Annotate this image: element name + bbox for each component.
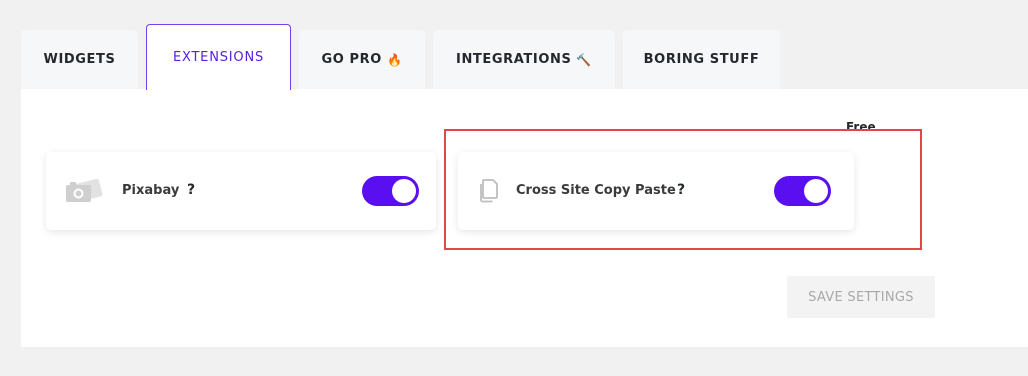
extension-card-pixabay: Pixabay ?: [46, 152, 436, 230]
extension-card-cross-site-copy-paste: Cross Site Copy Paste ?: [458, 152, 854, 230]
extension-name: Cross Site Copy Paste: [516, 183, 676, 198]
tab-label: GO PRO: [321, 52, 382, 67]
toggle-knob: [804, 179, 828, 203]
cross-site-copy-paste-toggle[interactable]: [774, 176, 831, 206]
copy-icon: [478, 179, 498, 208]
pixabay-toggle[interactable]: [362, 176, 419, 206]
toggle-knob: [392, 179, 416, 203]
fire-icon: 🔥: [386, 52, 403, 67]
tab-widgets[interactable]: WIDGETS: [21, 30, 138, 89]
free-label: Free: [846, 120, 876, 134]
tab-label: EXTENSIONS: [172, 50, 265, 65]
help-icon[interactable]: ?: [187, 182, 195, 198]
tab-boring-stuff[interactable]: BORING STUFF: [623, 30, 780, 89]
camera-icon: [65, 178, 103, 209]
tab-label: WIDGETS: [43, 52, 116, 67]
hammer-icon: 🔨: [576, 52, 592, 67]
tab-integrations[interactable]: INTEGRATIONS 🔨: [433, 30, 615, 89]
help-icon[interactable]: ?: [677, 182, 685, 198]
tab-label: BORING STUFF: [643, 52, 760, 67]
tab-go-pro[interactable]: GO PRO 🔥: [299, 30, 425, 89]
tab-extensions[interactable]: EXTENSIONS: [146, 24, 291, 90]
tab-label: INTEGRATIONS: [456, 52, 572, 67]
extension-name: Pixabay: [122, 183, 180, 198]
save-settings-button[interactable]: SAVE SETTINGS: [787, 276, 935, 318]
